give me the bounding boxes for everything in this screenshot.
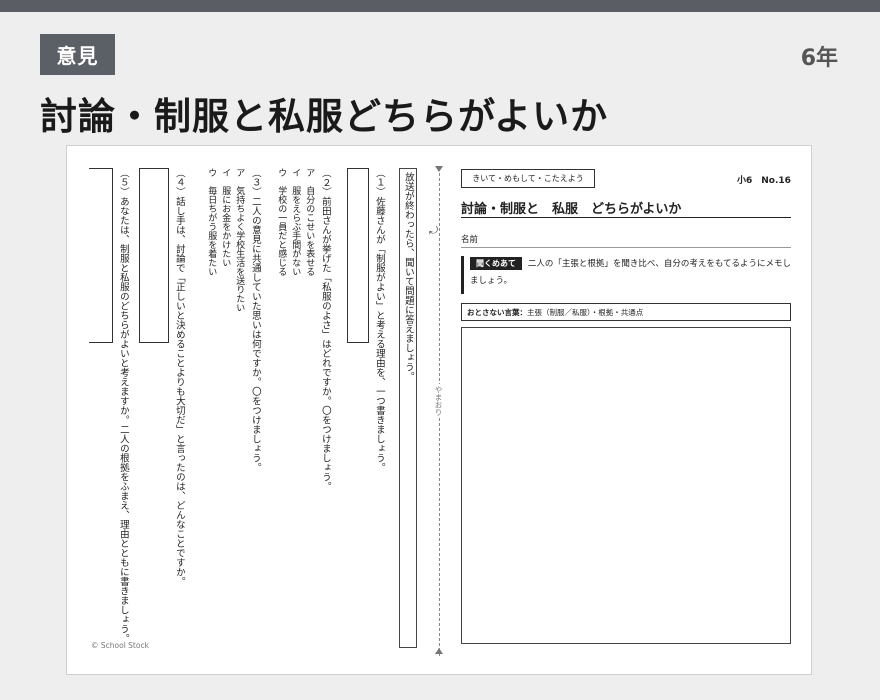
worksheet-preview: 放送が終わったら、聞いて問題に答えましょう。 （１）佐藤さんが「制服がよい」と考… <box>66 145 812 675</box>
question-2: （２）前田さんが挙げた「私服のよさ」はどれですか。〇をつけましょう。 <box>319 168 331 491</box>
name-field[interactable] <box>461 247 791 248</box>
q2-option-a: ア 自分のこせいを表せる <box>304 168 315 276</box>
page-title: 討論・制服と私服どちらがよいか <box>40 95 609 138</box>
answer-box-5[interactable] <box>89 168 113 343</box>
listening-goal: 聞くめあて 二人の「主張と根拠」を聞き比べ、自分の考えをもてるようにメモしましょう… <box>461 256 791 294</box>
worksheet-title: 討論・制服と 私服 どちらがよいか <box>461 202 682 217</box>
top-bar <box>0 0 880 12</box>
fold-arrow-top-icon <box>435 166 443 172</box>
name-label: 名前 <box>461 235 479 245</box>
fold-arrow-bottom-icon <box>435 648 443 654</box>
question-1: （１）佐藤さんが「制服がよい」と考える理由を、一つ書きましょう。 <box>373 168 385 472</box>
worksheet-number: 小6 No.16 <box>737 176 791 186</box>
key-words-box: おとさない言葉： 主張（制服／私服）・根拠・共通点 <box>461 303 791 321</box>
answer-box-1[interactable] <box>347 168 369 343</box>
category-badge: 意見 <box>40 34 115 75</box>
grade-label: 6年 <box>800 46 838 71</box>
instruction-box: 放送が終わったら、聞いて問題に答えましょう。 <box>399 168 417 648</box>
q3-option-b: イ 服にお金をかけたい <box>220 168 231 267</box>
q3-option-c: ウ 毎日ちがう服を着たい <box>206 168 217 276</box>
title-underline <box>461 217 791 218</box>
listening-goal-tag: 聞くめあて <box>470 257 522 270</box>
key-words-text: 主張（制服／私服）・根拠・共通点 <box>527 307 644 317</box>
question-5: （５）あなたは、制服と私服のどちらがよいと考えますか。二人の根拠をふまえ、理由と… <box>117 168 129 643</box>
key-words-label: おとさない言葉： <box>467 307 527 317</box>
answer-box-4[interactable] <box>139 168 169 343</box>
q2-option-c: ウ 学校の一員だと感じる <box>276 168 287 276</box>
q3-option-a: ア 気持ちよく学校生活を送りたい <box>234 168 245 312</box>
fold-curl-icon: ⤾ <box>429 224 439 237</box>
fold-label: やまおり <box>433 384 444 418</box>
q2-option-b: イ 服をえらぶ手間がない <box>290 168 301 276</box>
lesson-label: きいて・めもして・こたえよう <box>461 169 595 188</box>
copyright: © School Stock <box>91 641 149 650</box>
memo-box[interactable] <box>461 327 791 644</box>
question-3: （３）二人の意見に共通していた思いは何ですか。〇をつけましょう。 <box>249 168 261 472</box>
question-4: （４）話し手は、討論で「正しいと決めることよりも大切だ」と言ったのは、どんなこと… <box>173 168 185 586</box>
